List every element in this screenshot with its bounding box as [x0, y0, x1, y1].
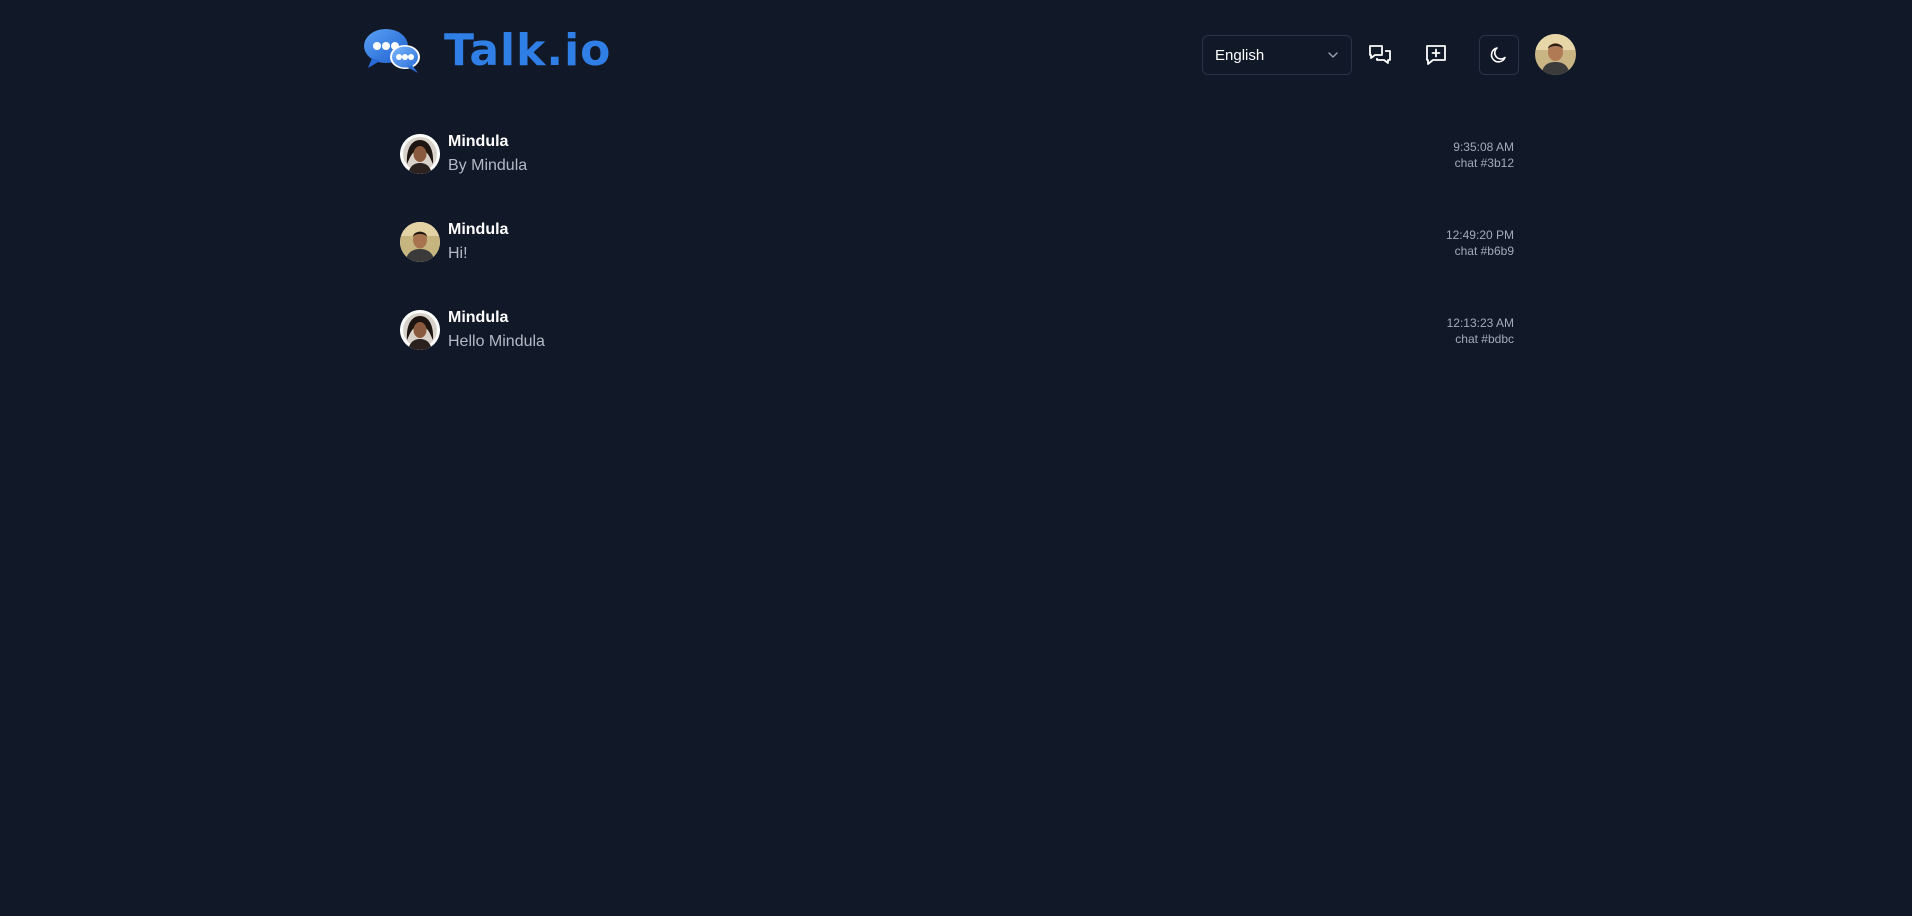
profile-avatar-image	[1535, 34, 1576, 75]
chat-bubbles-logo-icon	[364, 29, 420, 73]
chat-list: Mindula By Mindula 9:35:08 AM chat #3b12…	[398, 131, 1514, 395]
chat-id: chat #b6b9	[1454, 244, 1514, 258]
chat-id: chat #bdbc	[1455, 332, 1514, 346]
chat-list-item[interactable]: Mindula By Mindula 9:35:08 AM chat #3b12	[398, 131, 1514, 219]
chat-id: chat #3b12	[1454, 156, 1514, 170]
new-chat-button[interactable]	[1416, 35, 1456, 75]
chat-sender-name: Mindula	[448, 221, 509, 238]
chat-last-message: By Mindula	[448, 157, 528, 174]
chat-timestamp: 12:49:20 PM	[1445, 228, 1514, 242]
avatar	[400, 222, 440, 262]
chat-last-message: Hello Mindula	[448, 333, 545, 350]
avatar[interactable]	[1535, 34, 1576, 75]
chat-last-message: Hi!	[448, 245, 468, 262]
chats-button[interactable]	[1360, 35, 1400, 75]
chat-list-item[interactable]: Mindula Hi! 12:49:20 PM chat #b6b9	[398, 219, 1514, 307]
logo[interactable]: Talk.io	[362, 26, 611, 76]
moon-icon	[1490, 47, 1506, 63]
language-select-value: English	[1215, 46, 1265, 64]
language-select[interactable]: English	[1202, 35, 1352, 75]
avatar	[400, 310, 440, 350]
chat-sender-name: Mindula	[448, 133, 509, 150]
chats-icon	[1369, 45, 1391, 64]
app-header: Talk.io English	[0, 0, 1912, 110]
chat-timestamp: 9:35:08 AM	[1453, 140, 1514, 154]
male-avatar-image	[400, 222, 440, 262]
chevron-down-icon	[1328, 52, 1338, 58]
theme-toggle-button[interactable]	[1479, 35, 1519, 75]
chat-sender-name: Mindula	[448, 309, 509, 326]
avatar	[400, 134, 440, 174]
chat-timestamp: 12:13:23 AM	[1446, 316, 1514, 330]
new-chat-icon	[1426, 45, 1446, 65]
app-title: Talk.io	[444, 25, 612, 76]
chat-list-item[interactable]: Mindula Hello Mindula 12:13:23 AM chat #…	[398, 307, 1514, 395]
female-avatar-image	[400, 134, 440, 174]
female-avatar-image	[400, 310, 440, 350]
